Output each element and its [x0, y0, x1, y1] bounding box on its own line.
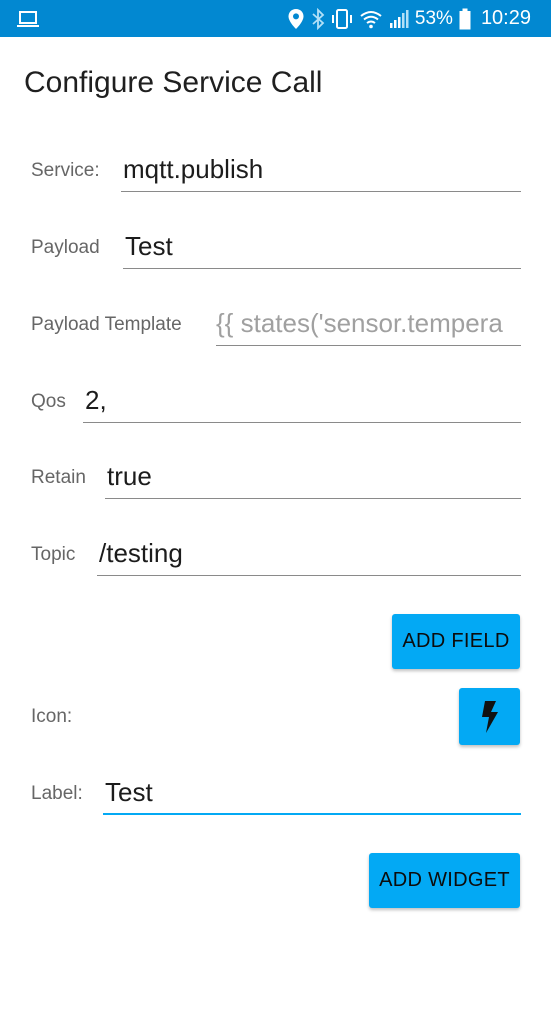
retain-field[interactable]: true: [105, 455, 521, 499]
label-field-label: Label:: [31, 783, 83, 804]
payload-template-row: Payload Template {{ states('sensor.tempe…: [31, 302, 521, 352]
topic-value: /testing: [99, 538, 183, 568]
service-row: Service: mqtt.publish: [31, 148, 521, 198]
icon-row: Icon:: [31, 694, 521, 744]
location-pin-icon: [288, 8, 304, 29]
retain-value: true: [107, 461, 152, 491]
service-label: Service:: [31, 160, 100, 181]
bluetooth-icon: [312, 7, 325, 30]
signal-icon: [389, 9, 409, 28]
service-value: mqtt.publish: [123, 154, 264, 184]
retain-label: Retain: [31, 467, 86, 488]
qos-row: Qos 2,: [31, 379, 521, 429]
status-bar: 53% 10:29: [0, 0, 551, 37]
payload-template-placeholder: {{ states('sensor.tempera: [216, 308, 503, 338]
retain-row: Retain true: [31, 455, 521, 505]
icon-picker-button[interactable]: [459, 688, 520, 745]
topic-label: Topic: [31, 544, 76, 565]
payload-label: Payload: [31, 237, 100, 258]
service-field[interactable]: mqtt.publish: [121, 148, 521, 192]
qos-label: Qos: [31, 391, 66, 412]
label-field[interactable]: Test: [103, 771, 521, 815]
qos-field[interactable]: 2,: [83, 379, 521, 423]
vibrate-icon: [331, 8, 352, 29]
label-row: Label: Test: [31, 771, 521, 821]
qos-value: 2,: [85, 385, 107, 415]
battery-icon: [459, 8, 471, 29]
battery-percent: 53%: [414, 7, 453, 29]
label-value: Test: [105, 777, 153, 807]
payload-field[interactable]: Test: [123, 225, 521, 269]
add-widget-button[interactable]: ADD WIDGET: [369, 853, 520, 908]
wifi-icon: [360, 10, 382, 28]
payload-row: Payload Test: [31, 225, 521, 275]
flash-icon: [481, 700, 498, 733]
topic-field[interactable]: /testing: [97, 532, 521, 576]
icon-label: Icon:: [31, 706, 73, 727]
payload-template-label: Payload Template: [31, 314, 182, 335]
payload-value: Test: [125, 231, 173, 261]
topic-row: Topic /testing: [31, 532, 521, 582]
laptop-icon: [17, 11, 39, 27]
payload-template-field[interactable]: {{ states('sensor.tempera: [216, 302, 521, 346]
add-field-button[interactable]: ADD FIELD: [392, 614, 520, 669]
clock: 10:29: [480, 7, 531, 29]
page-title: Configure Service Call: [24, 66, 323, 99]
